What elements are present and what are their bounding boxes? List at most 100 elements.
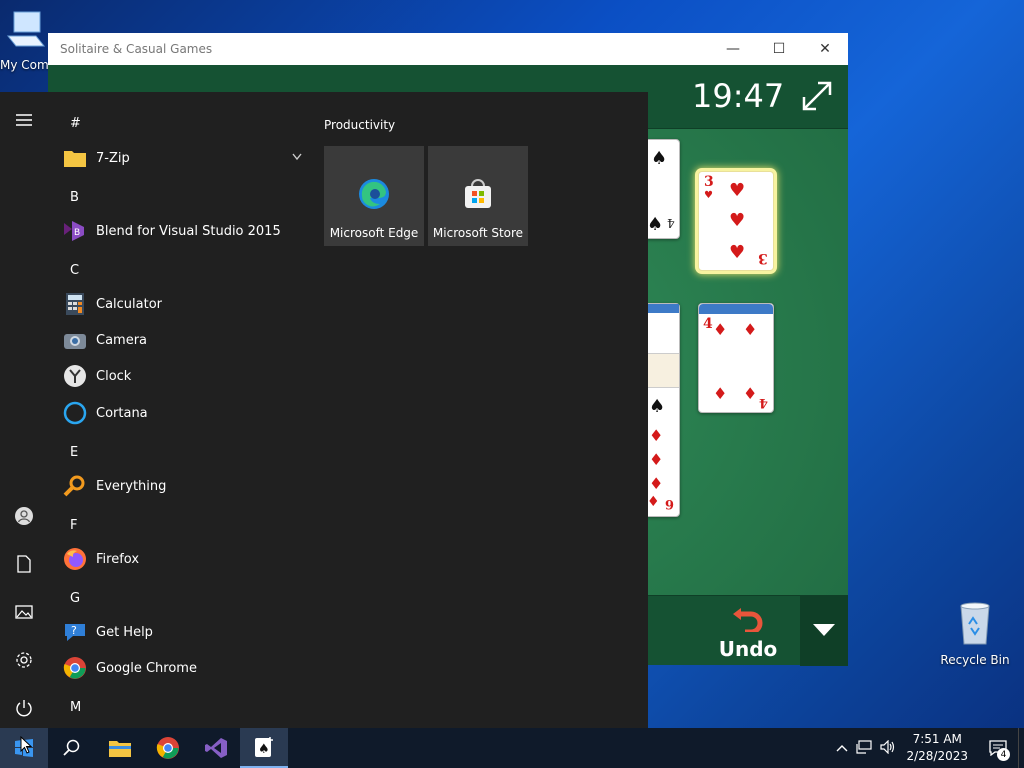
app-label: Firefox [96, 551, 140, 567]
undo-button[interactable]: Undo [708, 602, 788, 661]
group-header-m[interactable]: M [70, 700, 81, 715]
start-left-rail [0, 92, 48, 728]
app-7zip[interactable]: 7-Zip [62, 140, 302, 176]
group-header-c[interactable]: C [70, 263, 79, 278]
app-everything[interactable]: Everything [62, 468, 302, 504]
card-three-of-hearts[interactable]: 3 ♥ ♥ ♥ ♥ 3 [698, 171, 774, 271]
tableau-column-stack[interactable]: ♠ ♦ ♦ ♦ ♦ 6 [644, 303, 680, 517]
card-spade-four[interactable]: ♠ ♠ 4 [644, 139, 680, 239]
show-desktop-button[interactable] [1018, 728, 1024, 768]
app-get-help[interactable]: ? Get Help [62, 614, 302, 650]
tile-microsoft-edge[interactable]: Microsoft Edge [324, 146, 424, 246]
network-button[interactable] [852, 739, 876, 757]
chevron-down-icon[interactable] [292, 153, 302, 161]
app-cortana[interactable]: Cortana [62, 395, 302, 431]
game-timer: 19:47 [692, 77, 785, 115]
clock-icon [62, 363, 88, 389]
group-header-g[interactable]: G [70, 591, 80, 606]
svg-text:?: ? [71, 624, 77, 637]
taskbar-visual-studio[interactable] [192, 728, 240, 768]
app-list: # 7-Zip B B Blend for Visual Studio 2015… [48, 92, 310, 728]
my-computer-desktop-icon[interactable]: My Com [0, 10, 54, 72]
chrome-icon [156, 737, 179, 759]
svg-text:B: B [74, 228, 80, 238]
start-menu: # 7-Zip B B Blend for Visual Studio 2015… [0, 92, 648, 728]
firefox-icon [62, 546, 88, 572]
taskbar-solitaire[interactable]: ♠ [240, 728, 288, 768]
app-label: Clock [96, 368, 132, 384]
chevron-down-icon [813, 624, 835, 636]
app-label: Google Chrome [96, 660, 197, 676]
hamburger-icon [16, 114, 32, 126]
visual-studio-icon [205, 738, 227, 758]
edge-icon [359, 179, 389, 209]
app-firefox[interactable]: Firefox [62, 541, 302, 577]
group-header-hash[interactable]: # [70, 116, 81, 131]
pictures-button[interactable] [0, 592, 48, 632]
search-button[interactable] [48, 728, 96, 768]
start-button[interactable] [0, 728, 48, 768]
power-button[interactable] [0, 688, 48, 728]
tile-microsoft-store[interactable]: Microsoft Store [428, 146, 528, 246]
more-options-button[interactable] [800, 596, 848, 666]
app-label: Everything [96, 478, 167, 494]
app-google-chrome[interactable]: Google Chrome [62, 650, 302, 686]
undo-icon [733, 608, 763, 635]
magnifier-icon [62, 473, 88, 499]
taskbar-clock[interactable]: 7:51 AM 2/28/2023 [906, 731, 968, 765]
taskbar-chrome[interactable] [144, 728, 192, 768]
app-label: Camera [96, 332, 148, 348]
window-titlebar[interactable]: Solitaire & Casual Games — ☐ ✕ [48, 33, 848, 65]
group-header-f[interactable]: F [70, 518, 77, 533]
app-camera[interactable]: Camera [62, 322, 302, 358]
recycle-bin-label: Recycle Bin [940, 653, 1010, 667]
recycle-bin-desktop-icon[interactable]: Recycle Bin [937, 602, 1013, 667]
chevron-up-icon [836, 745, 848, 752]
volume-button[interactable] [876, 739, 900, 757]
app-label: Calculator [96, 296, 163, 312]
documents-button[interactable] [0, 544, 48, 584]
action-center-button[interactable]: 4 [978, 728, 1018, 768]
solitaire-icon: ♠ [255, 737, 273, 757]
app-label: 7-Zip [96, 150, 130, 166]
pictures-icon [15, 605, 33, 619]
camera-icon [62, 327, 88, 353]
maximize-button[interactable]: ☐ [756, 33, 802, 65]
app-blend[interactable]: B Blend for Visual Studio 2015 [62, 213, 302, 249]
fullscreen-icon[interactable] [800, 79, 834, 113]
document-icon [17, 555, 31, 573]
gear-icon [16, 652, 32, 668]
user-icon [15, 507, 33, 525]
card-rank: 6 [665, 496, 675, 511]
group-header-b[interactable]: B [70, 190, 79, 205]
settings-button[interactable] [0, 640, 48, 680]
start-expand-button[interactable] [0, 100, 48, 140]
power-icon [16, 700, 32, 717]
group-header-e[interactable]: E [70, 445, 78, 460]
calculator-icon [62, 291, 88, 317]
app-calculator[interactable]: Calculator [62, 286, 302, 322]
blend-icon: B [62, 218, 88, 244]
clock-date: 2/28/2023 [906, 749, 968, 763]
svg-text:♠: ♠ [258, 742, 270, 757]
user-account-button[interactable] [0, 496, 48, 536]
cursor-icon [20, 736, 32, 754]
app-label: Get Help [96, 624, 153, 640]
help-icon: ? [62, 619, 88, 645]
minimize-button[interactable]: — [710, 33, 756, 65]
notification-badge: 4 [997, 748, 1010, 761]
show-hidden-icons-button[interactable] [832, 741, 852, 755]
app-clock[interactable]: Clock [62, 358, 302, 394]
tile-label: Microsoft Store [432, 226, 524, 240]
card-rank: 4 [667, 216, 675, 230]
folder-icon [109, 741, 131, 757]
close-button[interactable]: ✕ [802, 33, 848, 65]
card-four-of-diamonds[interactable]: 4 ♦ ♦ ♦ ♦ 4 [698, 303, 774, 413]
tiles-group-header[interactable]: Productivity [324, 118, 395, 132]
computer-icon [6, 11, 46, 47]
my-computer-label: My Com [0, 58, 49, 72]
taskbar-file-explorer[interactable] [96, 728, 144, 768]
search-icon [63, 739, 80, 756]
taskbar: ♠ 7:51 AM 2/28/2023 4 [0, 728, 1024, 768]
folder-icon [62, 145, 88, 171]
